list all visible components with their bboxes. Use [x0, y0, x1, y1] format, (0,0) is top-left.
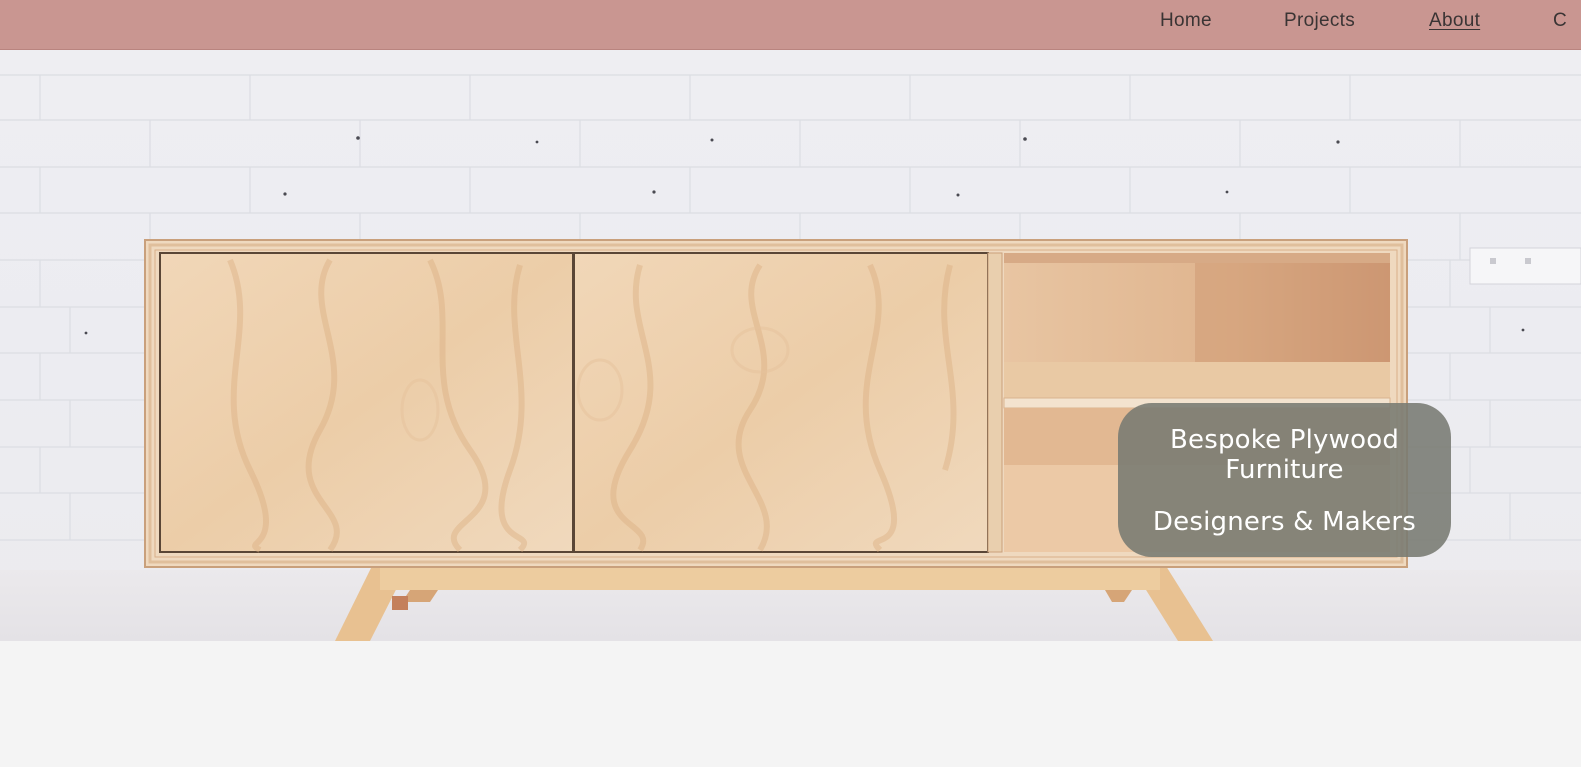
- top-navigation-bar: Home Projects About C: [0, 0, 1581, 50]
- hero-tagline-card: Bespoke Plywood Furniture Designers & Ma…: [1118, 403, 1451, 557]
- page-content-area: [0, 641, 1581, 767]
- nav-item-projects[interactable]: Projects: [1284, 10, 1355, 32]
- wall-power-outlet: [1469, 247, 1581, 285]
- tagline-subtitle: Designers & Makers: [1152, 507, 1417, 537]
- nav-item-home[interactable]: Home: [1160, 10, 1212, 32]
- nav-item-contact[interactable]: C: [1553, 10, 1567, 32]
- page: Home Projects About C Bespoke Plywood Fu…: [0, 0, 1581, 767]
- nav-item-about[interactable]: About: [1429, 10, 1480, 32]
- tagline-title: Bespoke Plywood Furniture: [1169, 425, 1400, 485]
